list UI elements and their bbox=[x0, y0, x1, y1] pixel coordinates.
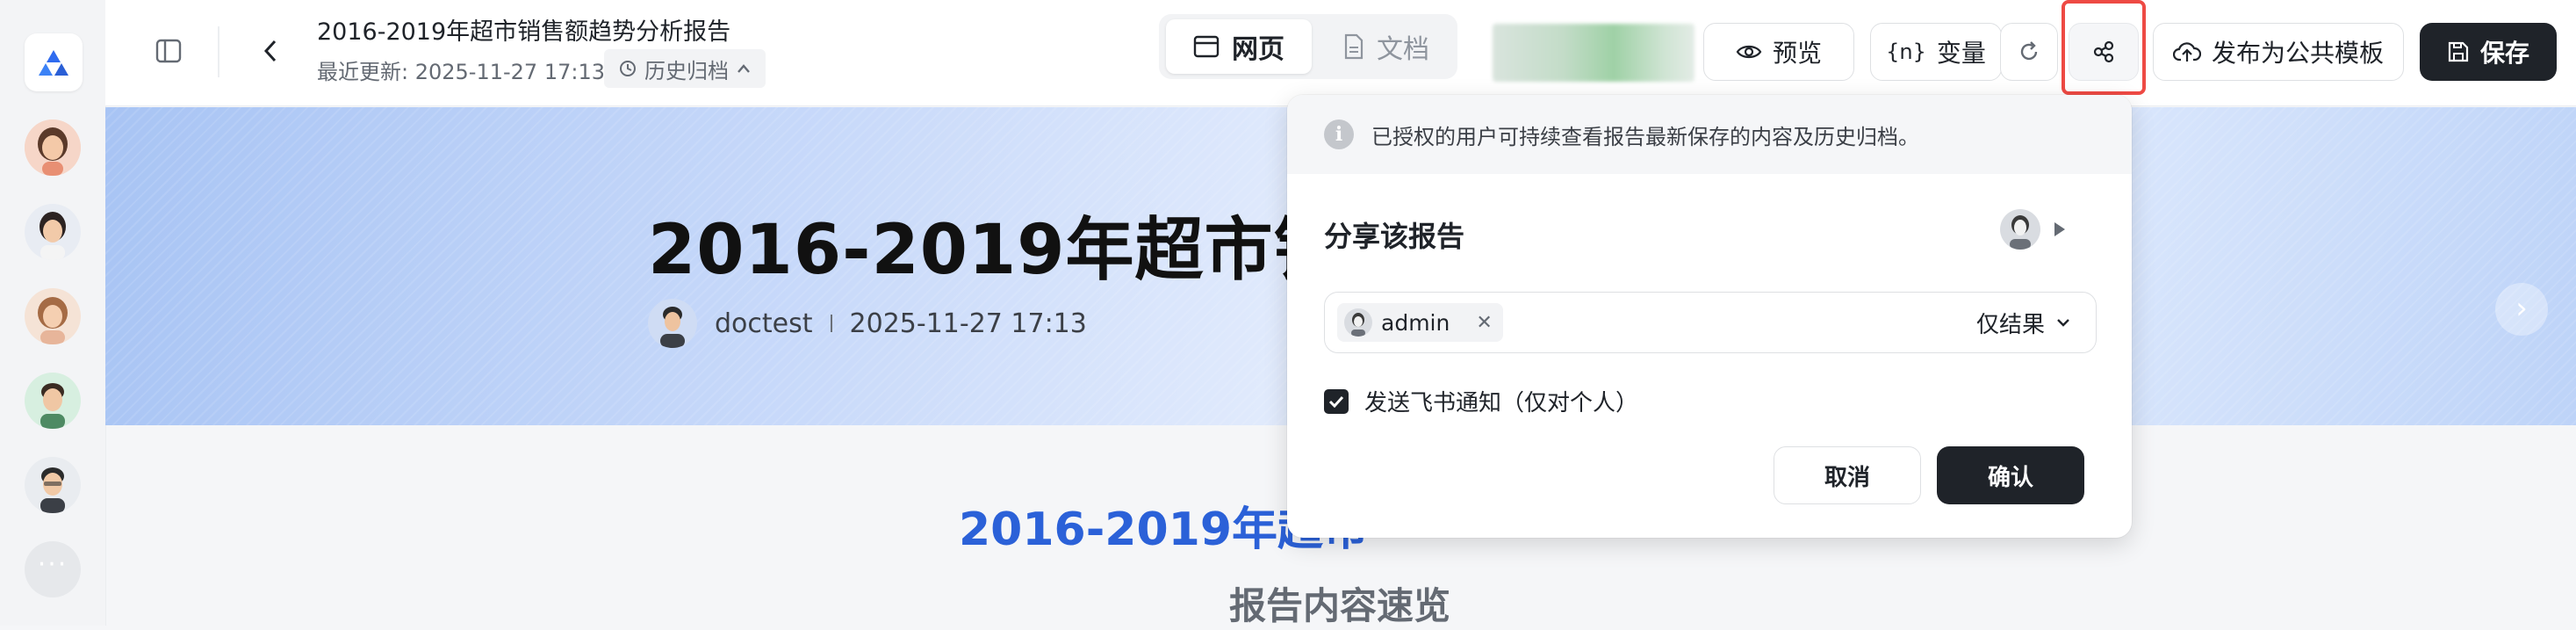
save-button[interactable]: 保存 bbox=[2420, 23, 2557, 81]
variables-button[interactable]: {n} 变量 bbox=[1870, 23, 2002, 81]
avatar-woman-icon bbox=[25, 119, 81, 176]
history-archive-label: 历史归档 bbox=[644, 58, 729, 83]
owner-avatar bbox=[2000, 209, 2040, 250]
cloud-upload-icon bbox=[2172, 42, 2201, 62]
chevron-up-icon bbox=[738, 64, 750, 73]
document-icon bbox=[1344, 33, 1364, 60]
notify-option[interactable]: 发送飞书通知（仅对个人） bbox=[1324, 385, 1638, 417]
avatar[interactable] bbox=[25, 204, 81, 260]
last-updated: 最近更新: 2025-11-27 17:13 bbox=[317, 60, 605, 84]
user-tag-avatar bbox=[1344, 308, 1372, 337]
author-row: doctest 2025-11-27 17:13 bbox=[648, 299, 1087, 348]
publish-label: 发布为公共模板 bbox=[2211, 39, 2384, 68]
share-info-text: 已授权的用户可持续查看报告最新保存的内容及历史归档。 bbox=[1371, 124, 1919, 149]
cancel-button[interactable]: 取消 bbox=[1774, 446, 1921, 504]
eye-icon bbox=[1736, 45, 1762, 59]
avatar[interactable] bbox=[25, 288, 81, 344]
tab-document-label: 文档 bbox=[1377, 34, 1429, 65]
share-button-highlight bbox=[2062, 0, 2146, 95]
author-name: doctest bbox=[715, 308, 813, 339]
history-icon bbox=[620, 61, 636, 76]
notify-checkbox[interactable] bbox=[1324, 388, 1349, 414]
avatar-man-icon bbox=[25, 373, 81, 429]
variables-label: 变量 bbox=[1936, 39, 1986, 68]
view-mode-switch: 网页 文档 bbox=[1159, 14, 1457, 79]
share-title: 分享该报告 bbox=[1324, 220, 1465, 253]
share-info-bar: i 已授权的用户可持续查看报告最新保存的内容及历史归档。 bbox=[1287, 95, 2132, 174]
preview-button[interactable]: 预览 bbox=[1703, 23, 1854, 81]
sidebar-toggle-icon[interactable] bbox=[151, 33, 186, 69]
browser-window-icon bbox=[1193, 35, 1220, 58]
avatar[interactable] bbox=[25, 457, 81, 513]
variable-braces-icon: {n} bbox=[1886, 40, 1926, 64]
tab-webpage[interactable]: 网页 bbox=[1166, 19, 1312, 74]
floppy-disk-icon bbox=[2448, 41, 2469, 62]
more-icon[interactable]: ··· bbox=[25, 541, 81, 597]
preview-label: 预览 bbox=[1772, 39, 1822, 68]
logo-mark-icon bbox=[39, 50, 68, 76]
publish-date: 2025-11-27 17:13 bbox=[849, 308, 1087, 339]
permission-dropdown[interactable]: 仅结果 bbox=[1976, 293, 2071, 352]
app-logo[interactable] bbox=[25, 33, 83, 91]
avatar-man-icon bbox=[648, 299, 697, 348]
notify-label: 发送飞书通知（仅对个人） bbox=[1364, 390, 1639, 416]
blurred-element bbox=[1493, 24, 1695, 82]
chevron-down-icon bbox=[2057, 319, 2069, 327]
top-bar: 2016-2019年超市销售额趋势分析报告 最近更新: 2025-11-27 1… bbox=[105, 0, 2576, 106]
confirm-button[interactable]: 确认 bbox=[1937, 446, 2084, 504]
avatar-user-icon bbox=[2000, 209, 2040, 250]
doc-title[interactable]: 2016-2019年超市销售额趋势分析报告 bbox=[317, 12, 730, 47]
back-icon[interactable] bbox=[253, 33, 288, 69]
tab-document[interactable]: 文档 bbox=[1322, 19, 1450, 74]
owner-selector[interactable] bbox=[2000, 209, 2065, 250]
avatar[interactable] bbox=[25, 119, 81, 176]
user-tag: admin ✕ bbox=[1337, 303, 1503, 342]
refresh-button[interactable] bbox=[2000, 23, 2058, 81]
content-subheading: 报告内容速览 bbox=[1229, 584, 1451, 627]
tab-webpage-label: 网页 bbox=[1232, 34, 1284, 65]
divider bbox=[218, 26, 219, 77]
left-rail: ··· bbox=[0, 0, 106, 626]
avatar-woman-icon bbox=[25, 204, 81, 260]
save-label: 保存 bbox=[2479, 39, 2529, 68]
chevron-right-icon[interactable]: › bbox=[2495, 283, 2548, 336]
avatar-user-icon bbox=[1344, 308, 1372, 337]
author-avatar bbox=[648, 299, 697, 348]
avatar-man-icon bbox=[25, 457, 81, 513]
share-popover: i 已授权的用户可持续查看报告最新保存的内容及历史归档。 分享该报告 admin… bbox=[1287, 95, 2132, 538]
checkmark-icon bbox=[1328, 395, 1344, 408]
user-select-field[interactable]: admin ✕ 仅结果 bbox=[1324, 292, 2097, 353]
refresh-icon bbox=[2020, 41, 2038, 61]
history-archive-button[interactable]: 历史归档 bbox=[604, 49, 766, 88]
remove-tag-icon[interactable]: ✕ bbox=[1476, 312, 1492, 334]
info-icon: i bbox=[1324, 119, 1354, 149]
caret-right-icon bbox=[2054, 222, 2065, 236]
user-tag-label: admin bbox=[1381, 309, 1450, 336]
permission-label: 仅结果 bbox=[1975, 311, 2045, 338]
avatar[interactable] bbox=[25, 373, 81, 429]
publish-template-button[interactable]: 发布为公共模板 bbox=[2153, 23, 2404, 81]
separator bbox=[830, 315, 832, 332]
avatar-woman-icon bbox=[25, 288, 81, 344]
